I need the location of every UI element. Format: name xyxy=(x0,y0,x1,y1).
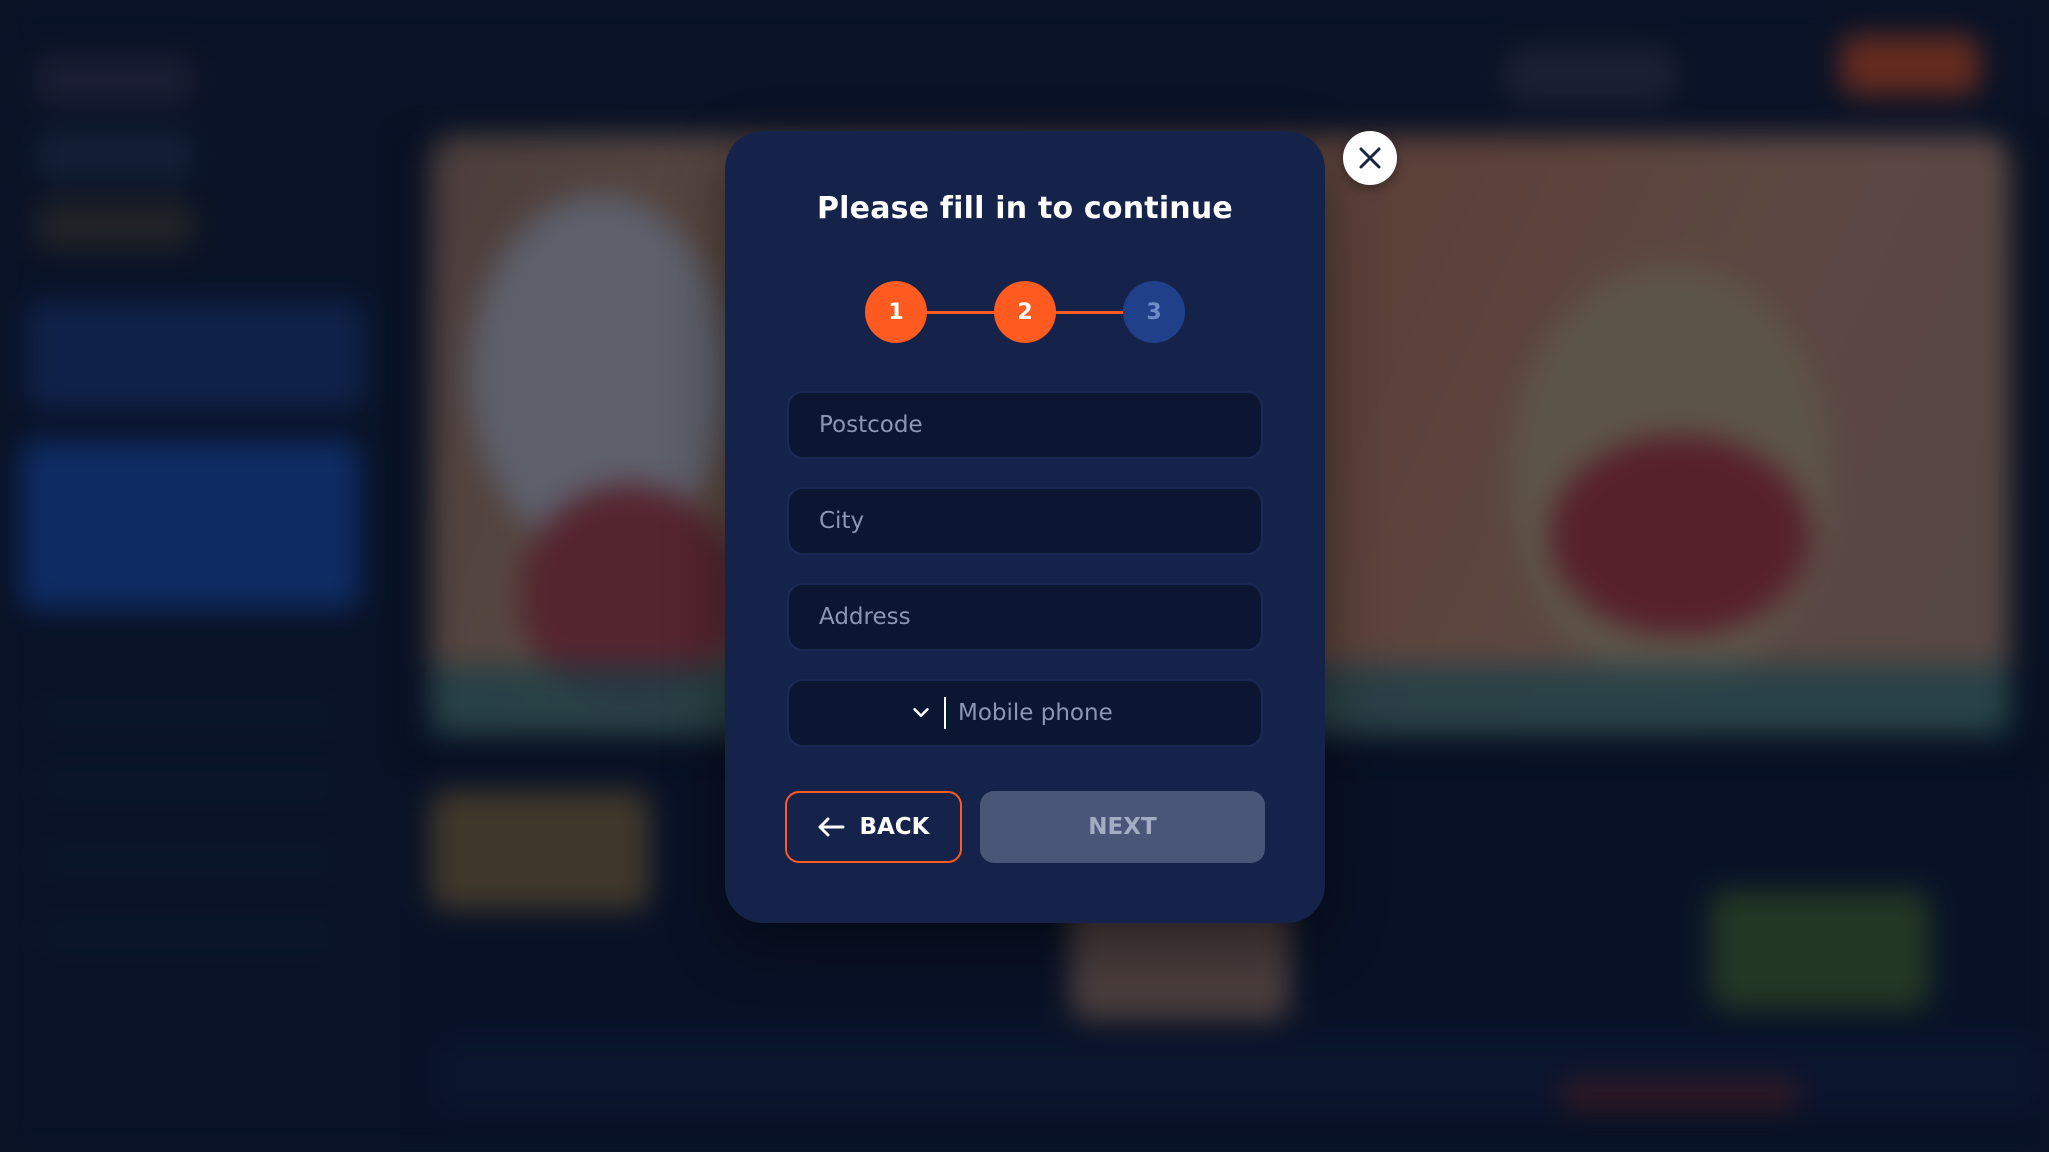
mobile-phone-input[interactable] xyxy=(958,681,1258,745)
step-connector-1-2 xyxy=(915,311,1005,314)
city-input[interactable] xyxy=(819,489,1261,553)
phone-divider xyxy=(944,697,946,729)
close-modal-button[interactable] xyxy=(1343,131,1397,185)
country-code-select[interactable] xyxy=(789,681,944,745)
step-3: 3 xyxy=(1123,281,1185,343)
progress-stepper: 1 2 3 xyxy=(865,281,1185,343)
step-connector-2-3 xyxy=(1045,311,1135,314)
city-field xyxy=(787,487,1263,555)
mobile-phone-field xyxy=(787,679,1263,747)
back-button[interactable]: BACK xyxy=(785,791,962,863)
modal-title: Please fill in to continue xyxy=(817,191,1233,226)
next-button-label: NEXT xyxy=(1088,814,1157,840)
chevron-down-icon xyxy=(913,708,929,718)
step-2: 2 xyxy=(994,281,1056,343)
registration-modal: Please fill in to continue 1 2 3 BACK NE… xyxy=(725,131,1325,923)
address-input[interactable] xyxy=(819,585,1261,649)
arrow-left-icon xyxy=(818,817,845,837)
postcode-input[interactable] xyxy=(819,393,1261,457)
next-button[interactable]: NEXT xyxy=(980,791,1265,863)
close-icon xyxy=(1359,147,1381,169)
postcode-field xyxy=(787,391,1263,459)
address-field xyxy=(787,583,1263,651)
back-button-label: BACK xyxy=(859,814,930,840)
step-1: 1 xyxy=(865,281,927,343)
